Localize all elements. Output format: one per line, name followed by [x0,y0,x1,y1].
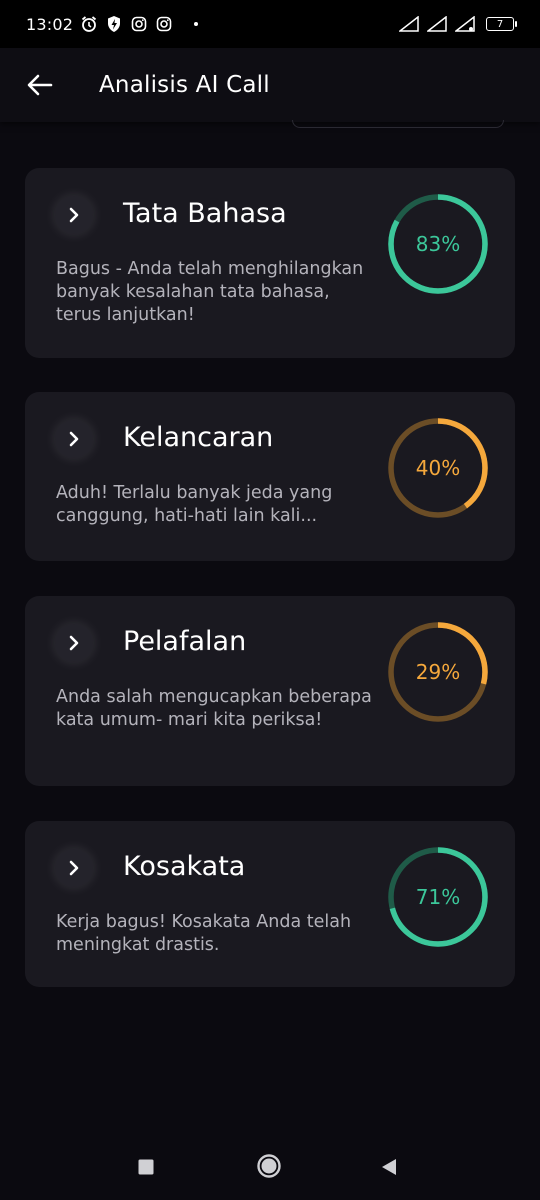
status-left: 13:02 [26,14,199,34]
status-right: 7 [398,15,517,33]
app-bar: Analisis AI Call [0,48,540,122]
recents-square-icon [138,1159,154,1175]
card-description: Bagus - Anda telah menghilangkan banyak … [56,259,364,325]
expand-button[interactable] [55,624,93,662]
analysis-card-kelancaran[interactable]: Kelancaran Aduh! Terlalu banyak jeda yan… [25,392,515,561]
score-percent: 40% [415,456,461,480]
analysis-card-kosakata[interactable]: Kosakata Kerja bagus! Kosakata Anda tela… [25,821,515,987]
signal-icon [426,15,448,33]
instagram-icon [155,15,173,33]
analysis-card-tata-bahasa[interactable]: Tata Bahasa Bagus - Anda telah menghilan… [25,168,515,358]
battery-icon: 7 [486,17,517,31]
card-description: Anda salah mengucapkan beberapa kata umu… [56,687,372,730]
shield-bolt-icon [105,15,123,33]
card-title: Kelancaran [123,422,274,453]
battery-level: 7 [496,18,504,30]
card-title: Pelafalan [123,626,247,657]
back-button[interactable] [12,57,68,113]
recents-button[interactable] [128,1154,164,1180]
signal-icon [454,15,476,33]
home-circle-icon [257,1154,281,1178]
back-nav-button[interactable] [372,1152,406,1182]
score-percent: 83% [415,232,461,256]
home-button[interactable] [250,1148,288,1184]
status-bar: 13:02 7 [0,0,540,48]
arrow-left-icon [27,74,53,96]
notification-dot [194,22,199,26]
expand-button[interactable] [55,849,93,887]
score-ring: 40% [387,417,489,519]
expand-button[interactable] [55,420,93,458]
expand-button[interactable] [55,196,93,234]
chevron-right-icon [69,860,79,876]
chevron-right-icon [69,635,79,651]
back-triangle-icon [382,1159,396,1175]
score-percent: 29% [415,660,461,684]
alarm-icon [80,15,98,33]
instagram-icon [130,15,148,33]
status-time: 13:02 [26,14,74,34]
signal-icon [398,15,420,33]
system-nav-bar [0,1132,540,1200]
score-percent: 71% [415,885,461,909]
card-description: Kerja bagus! Kosakata Anda telah meningk… [56,912,352,955]
card-title: Kosakata [123,851,246,882]
score-ring: 83% [387,193,489,295]
analysis-card-pelafalan[interactable]: Pelafalan Anda salah mengucapkan beberap… [25,596,515,786]
card-description: Aduh! Terlalu banyak jeda yang canggung,… [56,483,333,526]
card-title: Tata Bahasa [123,198,287,229]
page-title: Analisis AI Call [99,72,270,98]
partially-hidden-element [292,120,504,128]
chevron-right-icon [69,207,79,223]
chevron-right-icon [69,431,79,447]
score-ring: 29% [387,621,489,723]
score-ring: 71% [387,846,489,948]
